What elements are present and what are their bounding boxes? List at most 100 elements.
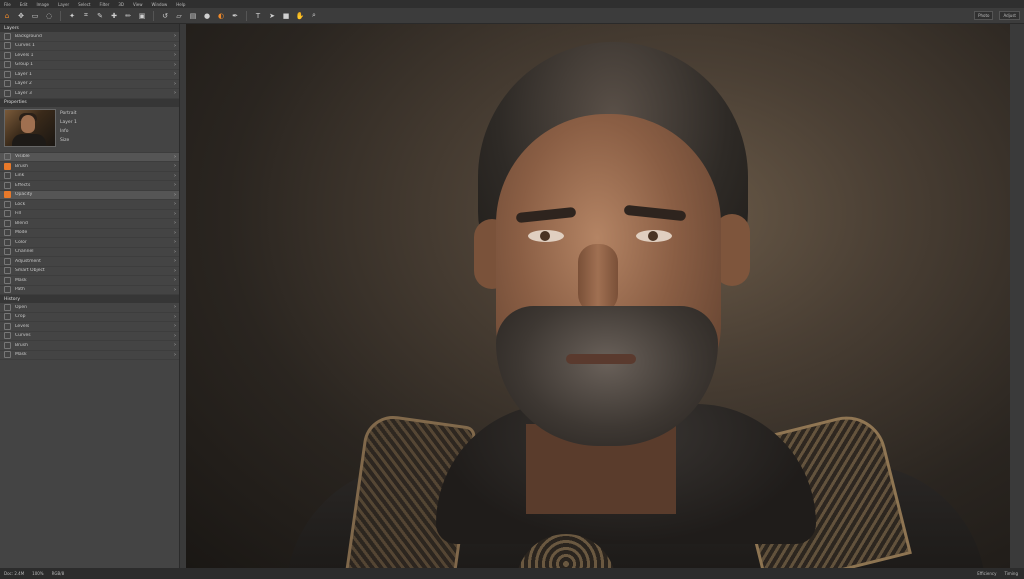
chevron-icon[interactable]: › [171, 268, 179, 274]
chevron-icon[interactable]: › [171, 239, 179, 245]
chevron-icon[interactable]: › [171, 33, 179, 39]
chevron-icon[interactable]: › [171, 211, 179, 217]
properties-list: Visible › Brush › Link › Effects › Opacity › Lock ›… [0, 152, 179, 295]
chevron-icon[interactable]: › [171, 192, 179, 198]
chevron-icon[interactable]: › [171, 277, 179, 283]
chevron-icon[interactable]: › [171, 258, 179, 264]
panel-row[interactable]: Mask › [0, 276, 179, 286]
panel-row[interactable]: Layer 1 › [0, 70, 179, 80]
chevron-icon[interactable]: › [171, 62, 179, 68]
chevron-icon[interactable]: › [171, 52, 179, 58]
panel-row[interactable]: Fill › [0, 210, 179, 219]
panel-row[interactable]: Group 1 › [0, 61, 179, 70]
home-icon[interactable]: ⌂ [2, 11, 12, 21]
panel-row[interactable]: Color › [0, 238, 179, 248]
panel-row[interactable]: Opacity › [0, 190, 179, 200]
panel-row[interactable]: Brush › [0, 162, 179, 172]
chevron-icon[interactable]: › [171, 163, 179, 169]
brush-icon[interactable]: ✏ [123, 11, 133, 21]
panel-row[interactable]: Curves 1 › [0, 42, 179, 51]
panel-row[interactable]: Mode › [0, 229, 179, 238]
panel-row[interactable]: Layer 2 › [0, 80, 179, 89]
eyedropper-icon[interactable]: ✎ [95, 11, 105, 21]
marquee-icon[interactable]: ▭ [30, 11, 40, 21]
menu-item[interactable]: Edit [20, 2, 28, 7]
path-icon[interactable]: ➤ [267, 11, 277, 21]
history-icon[interactable]: ↺ [160, 11, 170, 21]
zoom-icon[interactable]: ⌕ [309, 11, 319, 21]
layer-thumbnail[interactable] [4, 108, 56, 147]
dodge-icon[interactable]: ◐ [216, 11, 226, 21]
menu-item[interactable]: View [133, 2, 143, 7]
panel-row[interactable]: Curves › [0, 332, 179, 341]
panel-row[interactable]: Brush › [0, 341, 179, 351]
chevron-icon[interactable]: › [171, 182, 179, 188]
move-icon[interactable]: ✥ [16, 11, 26, 21]
panel-row[interactable]: Lock › [0, 200, 179, 210]
menu-item[interactable]: Filter [99, 2, 109, 7]
chevron-icon[interactable]: › [171, 304, 179, 310]
shape-icon[interactable]: ■ [281, 11, 291, 21]
panel-row[interactable]: Mask › [0, 351, 179, 360]
right-scroll-strip[interactable] [1010, 24, 1024, 568]
heal-icon[interactable]: ✚ [109, 11, 119, 21]
text-icon[interactable]: T [253, 11, 263, 21]
menu-item[interactable]: Window [152, 2, 168, 7]
stamp-icon[interactable]: ▣ [137, 11, 147, 21]
status-item: RGB/8 [51, 571, 65, 576]
chevron-icon[interactable]: › [171, 287, 179, 293]
chevron-icon[interactable]: › [171, 173, 179, 179]
crop-icon[interactable]: ⌗ [81, 11, 91, 21]
chevron-icon[interactable]: › [171, 220, 179, 226]
hand-icon[interactable]: ✋ [295, 11, 305, 21]
chevron-icon[interactable]: › [171, 230, 179, 236]
blur-icon[interactable]: ● [202, 11, 212, 21]
chevron-icon[interactable]: › [171, 314, 179, 320]
menu-item[interactable]: Select [78, 2, 90, 7]
chevron-icon[interactable]: › [171, 71, 179, 77]
panel-row[interactable]: Path › [0, 286, 179, 295]
history-list: Open › Crop › Levels › Curves › Brush › Mask › [0, 303, 179, 360]
chevron-icon[interactable]: › [171, 81, 179, 87]
status-item: Doc: 2.4M [4, 571, 25, 576]
panel-row[interactable]: Visible › [0, 152, 179, 162]
menu-item[interactable]: 3D [118, 2, 124, 7]
layer-icon [4, 286, 11, 294]
chevron-icon[interactable]: › [171, 352, 179, 358]
panel-row[interactable]: Levels 1 › [0, 51, 179, 61]
pen-icon[interactable]: ✒ [230, 11, 240, 21]
lasso-icon[interactable]: ◌ [44, 11, 54, 21]
menu-item[interactable]: Layer [58, 2, 69, 7]
panel-row[interactable]: Crop › [0, 313, 179, 322]
panel-row[interactable]: Link › [0, 172, 179, 181]
menu-item[interactable]: Help [176, 2, 185, 7]
panel-row[interactable]: Adjustment › [0, 257, 179, 267]
wand-icon[interactable]: ✦ [67, 11, 77, 21]
chevron-icon[interactable]: › [171, 333, 179, 339]
panel-row[interactable]: Background › [0, 32, 179, 42]
panel-row[interactable]: Channel › [0, 248, 179, 257]
panel-row[interactable]: Layer 3 › [0, 89, 179, 99]
chevron-icon[interactable]: › [171, 201, 179, 207]
menu-item[interactable]: File [4, 2, 11, 7]
chevron-icon[interactable]: › [171, 323, 179, 329]
toolbar-right-field[interactable]: Photo [974, 11, 994, 20]
status-item: Timing [1004, 571, 1018, 576]
chevron-icon[interactable]: › [171, 43, 179, 49]
chevron-icon[interactable]: › [171, 90, 179, 96]
menu-item[interactable]: Image [36, 2, 49, 7]
panel-row[interactable]: Effects › [0, 181, 179, 191]
chevron-icon[interactable]: › [171, 342, 179, 348]
chevron-icon[interactable]: › [171, 154, 179, 160]
panel-row[interactable]: Smart Object › [0, 267, 179, 276]
toolbar-right-field[interactable]: Adjust [999, 11, 1020, 20]
eraser-icon[interactable]: ▱ [174, 11, 184, 21]
panel-row[interactable]: Open › [0, 303, 179, 313]
panel-row-label: Visible [15, 154, 30, 160]
panel-row[interactable]: Levels › [0, 322, 179, 332]
gradient-icon[interactable]: ▤ [188, 11, 198, 21]
chevron-icon[interactable]: › [171, 249, 179, 255]
image-canvas[interactable] [186, 24, 1010, 568]
layer-icon [4, 80, 11, 88]
panel-row[interactable]: Blend › [0, 219, 179, 229]
